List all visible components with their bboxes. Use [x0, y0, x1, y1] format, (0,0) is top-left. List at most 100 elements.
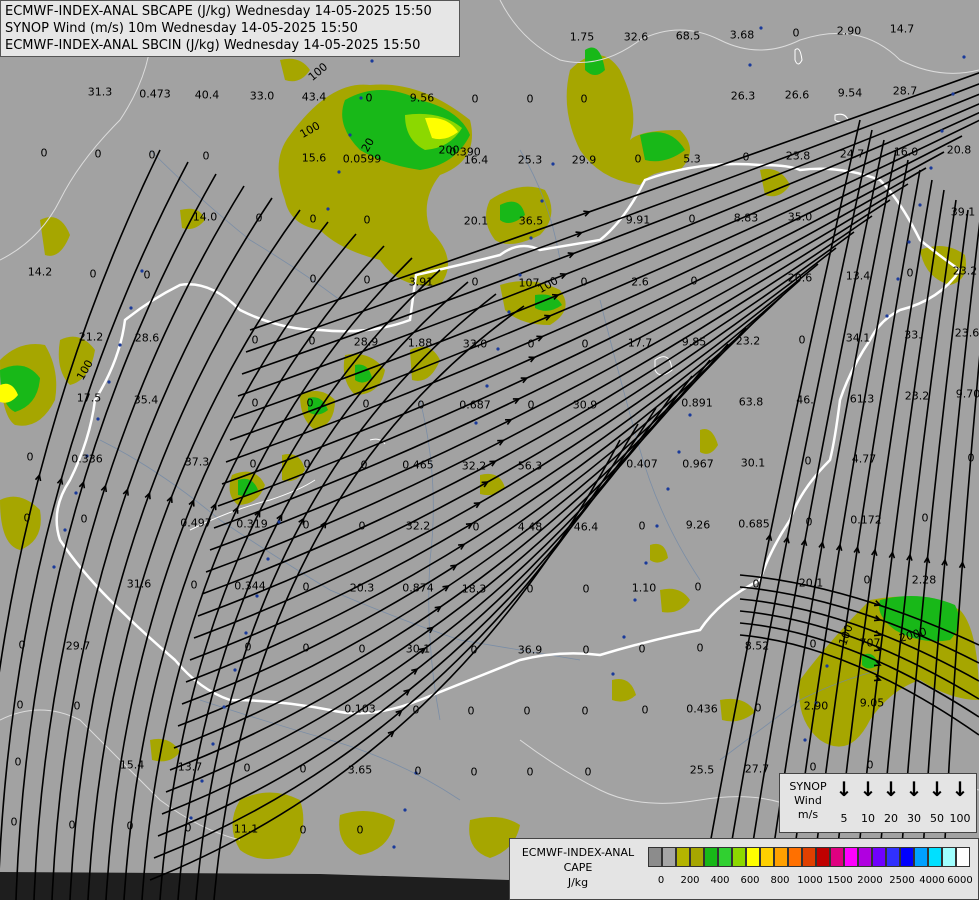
cin-value-label: 0.967 — [682, 457, 714, 471]
cin-value-label: 3.91 — [408, 275, 434, 289]
cin-value-label: 0 — [523, 704, 531, 718]
cin-value-label: 0 — [243, 761, 251, 775]
cin-value-label: 11.1 — [233, 822, 259, 836]
cin-value-label: 0 — [26, 450, 34, 464]
sea-strip — [0, 872, 510, 900]
cin-value-label: 35.4 — [133, 393, 159, 407]
cin-value-label: 0 — [754, 701, 762, 715]
cin-value-label: 33. — [904, 328, 922, 342]
wind-speed-label: 10 — [861, 812, 875, 825]
cin-value-label: 61.3 — [849, 392, 875, 406]
cin-value-label: 0 — [809, 637, 817, 651]
cin-value-label: 9.91 — [625, 213, 651, 227]
station-dot — [529, 236, 533, 240]
cin-value-label: 32.2 — [461, 459, 487, 473]
cin-value-label: 20.6 — [787, 271, 813, 285]
cin-value-label: 0 — [471, 92, 479, 106]
cin-value-label: 23.6 — [954, 326, 979, 340]
cin-value-label: 0.103 — [344, 702, 376, 716]
cin-value-label: 14.2 — [27, 265, 53, 279]
cin-value-label: 3.68 — [729, 28, 755, 42]
station-dot — [189, 816, 193, 820]
cin-value-label: 14.7 — [889, 22, 915, 36]
cin-value-label: 26.3 — [730, 89, 756, 103]
wind-speed-label: 20 — [884, 812, 898, 825]
cin-value-label: 0 — [584, 765, 592, 779]
station-dot — [485, 384, 489, 388]
cin-value-label: 0 — [14, 755, 22, 769]
station-dot — [277, 520, 281, 524]
wind-legend-line: m/s — [797, 808, 819, 821]
cin-value-label: 0 — [792, 26, 800, 40]
station-dot — [474, 421, 478, 425]
streamline — [209, 199, 891, 551]
cin-value-label: 24.7 — [839, 147, 865, 161]
cin-value-label: 28.9 — [353, 335, 379, 349]
cin-value-label: 2.28 — [911, 573, 937, 587]
station-dot — [496, 347, 500, 351]
station-dot — [107, 380, 111, 384]
cape-color-swatch — [760, 847, 774, 867]
cin-value-label: 0 — [94, 147, 102, 161]
station-dot — [370, 59, 374, 63]
cin-value-label: 0 — [526, 582, 534, 596]
cape-tick-label: 1500 — [827, 875, 853, 886]
cape-tick-label: 4000 — [919, 875, 945, 886]
cin-value-label: 0 — [202, 149, 210, 163]
station-dot — [551, 162, 555, 166]
cape-color-swatch — [648, 847, 662, 867]
cin-value-label: 0.344 — [234, 579, 266, 593]
station-dot — [677, 450, 681, 454]
cin-value-label: 0 — [10, 815, 18, 829]
cin-value-label: 26.6 — [784, 88, 810, 102]
cin-value-label: 36.5 — [518, 214, 544, 228]
cin-value-label: 0.436 — [686, 702, 718, 716]
cape-area — [720, 698, 755, 722]
cape-color-swatch — [844, 847, 858, 867]
wind-arrow-icon: ↓ — [951, 777, 969, 801]
cin-value-label: 29.7 — [65, 639, 91, 653]
cin-value-label: 1.75 — [569, 30, 595, 44]
cape-area — [700, 429, 718, 454]
cin-value-label: 0 — [306, 396, 314, 410]
cin-value-label: 0 — [921, 511, 929, 525]
cape-color-swatch — [676, 847, 690, 867]
wind-speed-label: 30 — [907, 812, 921, 825]
wind-speed-label: 5 — [840, 812, 848, 825]
cape-color-swatch — [928, 847, 942, 867]
cape-color-swatch — [788, 847, 802, 867]
cin-value-label: 0 — [302, 641, 310, 655]
station-dot — [644, 561, 648, 565]
cin-value-label: 0 — [244, 640, 252, 654]
cin-value-label: 0 — [73, 699, 81, 713]
cape-area — [40, 217, 70, 256]
cape-tick-label: 6000 — [947, 875, 973, 886]
cin-value-label: 35.0 — [787, 210, 813, 224]
cin-value-label: 20.8 — [946, 143, 972, 157]
cin-value-label: 9.26 — [685, 518, 711, 532]
cin-value-label: 0 — [580, 92, 588, 106]
cin-value-label: 0 — [251, 333, 259, 347]
cin-value-label: 43.4 — [301, 90, 327, 104]
station-dot — [403, 808, 407, 812]
cin-value-label: 0 — [417, 398, 425, 412]
wind-legend-line: SYNOP — [789, 780, 827, 793]
streamline — [169, 359, 711, 771]
cin-value-label: 16.4 — [463, 153, 489, 167]
cape-tick-label: 2000 — [857, 875, 883, 886]
cin-value-label: 20.3 — [349, 581, 375, 595]
cin-value-label: 0 — [356, 823, 364, 837]
cape-color-swatch — [690, 847, 704, 867]
station-dot — [633, 598, 637, 602]
title-wind: SYNOP Wind (m/s) 10m Wednesday 14-05-202… — [5, 21, 358, 36]
cin-value-label: 0 — [23, 511, 31, 525]
cin-value-label: 28.7 — [892, 84, 918, 98]
cape-legend-line: J/kg — [567, 876, 589, 889]
cape-area — [339, 811, 395, 855]
cape-contour-label: 200 — [438, 143, 460, 157]
cape-color-swatch — [718, 847, 732, 867]
cin-value-label: 40.4 — [194, 88, 220, 102]
cin-value-label: 14.0 — [192, 210, 218, 224]
cin-value-label: 34.1 — [845, 331, 871, 345]
cin-value-label: 0 — [308, 334, 316, 348]
